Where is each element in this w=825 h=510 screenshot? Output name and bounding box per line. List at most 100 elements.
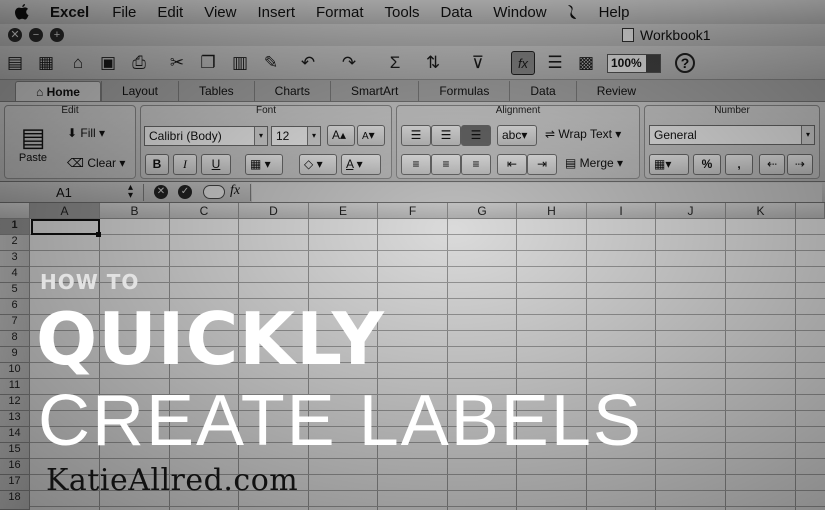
shrink-font-button[interactable]: A▾ <box>357 125 385 146</box>
row-header-10[interactable]: 10 <box>0 363 30 379</box>
column-header-f[interactable]: F <box>378 203 448 219</box>
menu-help[interactable]: Help <box>599 4 630 21</box>
menu-insert[interactable]: Insert <box>257 4 295 21</box>
menu-view[interactable]: View <box>204 4 236 21</box>
column-header-e[interactable]: E <box>309 203 378 219</box>
decrease-indent-button[interactable]: ⇤ <box>497 154 527 175</box>
font-name-select[interactable]: Calibri (Body) ▾ <box>144 126 268 146</box>
align-top-button[interactable]: ☰ <box>401 125 431 146</box>
borders-button[interactable]: ▦ ▾ <box>245 154 283 175</box>
help-icon[interactable]: ? <box>675 53 695 73</box>
media-icon[interactable]: ▩ <box>574 51 598 75</box>
comma-button[interactable]: , <box>725 154 753 175</box>
row-header-2[interactable]: 2 <box>0 235 30 251</box>
align-bottom-button[interactable]: ☰ <box>461 125 491 146</box>
row-header-16[interactable]: 16 <box>0 459 30 475</box>
row-header-12[interactable]: 12 <box>0 395 30 411</box>
column-header-k[interactable]: K <box>726 203 796 219</box>
tab-tables[interactable]: Tables <box>177 81 254 101</box>
row-header-15[interactable]: 15 <box>0 443 30 459</box>
new-icon[interactable]: ▤ <box>3 51 27 75</box>
menu-excel[interactable]: Excel <box>50 4 89 21</box>
font-size-select[interactable]: 12 ▾ <box>271 126 321 146</box>
tab-formulas[interactable]: Formulas <box>418 81 509 101</box>
row-header-5[interactable]: 5 <box>0 283 30 299</box>
italic-button[interactable]: I <box>173 154 197 175</box>
menu-data[interactable]: Data <box>441 4 473 21</box>
print-icon[interactable]: ⎙ <box>127 51 151 75</box>
align-middle-button[interactable]: ☰ <box>431 125 461 146</box>
decrease-decimal-button[interactable]: ⇢ <box>787 154 813 175</box>
increase-decimal-button[interactable]: ⇠ <box>759 154 785 175</box>
copy-icon[interactable]: ❐ <box>196 51 220 75</box>
wrap-text-button[interactable]: ⇌ Wrap Text ▾ <box>541 125 637 146</box>
row-header-1[interactable]: 1 <box>0 219 30 235</box>
formula-input[interactable] <box>252 183 822 202</box>
cut-icon[interactable]: ✂ <box>165 51 189 75</box>
column-header-j[interactable]: J <box>656 203 726 219</box>
autosum-icon[interactable]: Σ <box>383 51 407 75</box>
cancel-icon[interactable]: ✕ <box>154 185 168 199</box>
fill-button[interactable]: ⬇ Fill ▾ <box>63 124 127 145</box>
tab-home[interactable]: ⌂ Home <box>15 81 101 101</box>
column-header-d[interactable]: D <box>239 203 309 219</box>
zoom-select[interactable]: 100% <box>607 54 661 73</box>
row-header-7[interactable]: 7 <box>0 315 30 331</box>
menu-format[interactable]: Format <box>316 4 364 21</box>
number-format-select[interactable]: General ▾ <box>649 125 815 145</box>
undo-icon[interactable]: ↶ <box>296 51 320 75</box>
function-icon[interactable]: fx <box>511 51 535 75</box>
row-header-4[interactable]: 4 <box>0 267 30 283</box>
tab-review[interactable]: Review <box>575 81 656 101</box>
close-icon[interactable]: ✕ <box>8 28 22 42</box>
apple-icon[interactable] <box>14 3 30 21</box>
menu-edit[interactable]: Edit <box>157 4 183 21</box>
merge-button[interactable]: ▤ Merge ▾ <box>561 154 637 175</box>
align-right-button[interactable]: ≡ <box>461 154 491 175</box>
align-left-button[interactable]: ≡ <box>401 154 431 175</box>
menu-tools[interactable]: Tools <box>385 4 420 21</box>
clear-button[interactable]: ⌫ Clear ▾ <box>63 154 133 175</box>
paste-icon[interactable]: ▥ <box>228 51 252 75</box>
bold-button[interactable]: B <box>145 154 169 175</box>
menu-file[interactable]: File <box>112 4 136 21</box>
currency-button[interactable]: ▦▾ <box>649 154 689 175</box>
font-color-button[interactable]: A ▾ <box>341 154 381 175</box>
fill-color-button[interactable]: ◇ ▾ <box>299 154 337 175</box>
zoom-icon[interactable]: + <box>50 28 64 42</box>
column-header-l[interactable] <box>796 203 825 219</box>
align-center-button[interactable]: ≡ <box>431 154 461 175</box>
percent-button[interactable]: % <box>693 154 721 175</box>
underline-button[interactable]: U <box>201 154 231 175</box>
row-header-13[interactable]: 13 <box>0 411 30 427</box>
column-header-a[interactable]: A <box>30 203 100 219</box>
tab-data[interactable]: Data <box>509 81 575 101</box>
column-header-h[interactable]: H <box>517 203 587 219</box>
column-header-i[interactable]: I <box>587 203 656 219</box>
name-box-stepper-icon[interactable]: ▴ ▾ <box>128 183 133 201</box>
insert-function-button[interactable]: fx <box>230 183 240 199</box>
save-icon[interactable]: ▣ <box>96 51 120 75</box>
tab-charts[interactable]: Charts <box>253 81 330 101</box>
grow-font-button[interactable]: A▴ <box>327 125 355 146</box>
fill-handle[interactable] <box>96 232 101 237</box>
script-menu-icon[interactable] <box>565 4 579 20</box>
row-header-17[interactable]: 17 <box>0 475 30 491</box>
tab-smartart[interactable]: SmartArt <box>330 81 418 101</box>
row-header-14[interactable]: 14 <box>0 427 30 443</box>
row-header-9[interactable]: 9 <box>0 347 30 363</box>
toolbox-icon[interactable]: ☰ <box>543 51 567 75</box>
row-header-18[interactable]: 18 <box>0 491 30 510</box>
row-header-8[interactable]: 8 <box>0 331 30 347</box>
row-header-3[interactable]: 3 <box>0 251 30 267</box>
column-header-c[interactable]: C <box>170 203 239 219</box>
increase-indent-button[interactable]: ⇥ <box>527 154 557 175</box>
open-icon[interactable]: ⌂ <box>66 51 90 75</box>
sort-icon[interactable]: ⇅ <box>421 51 445 75</box>
column-header-b[interactable]: B <box>100 203 170 219</box>
redo-icon[interactable]: ↷ <box>337 51 361 75</box>
enter-icon[interactable]: ✓ <box>178 185 192 199</box>
row-header-11[interactable]: 11 <box>0 379 30 395</box>
paste-button[interactable]: ▤ Paste <box>11 122 55 176</box>
select-all-corner[interactable] <box>0 203 30 219</box>
